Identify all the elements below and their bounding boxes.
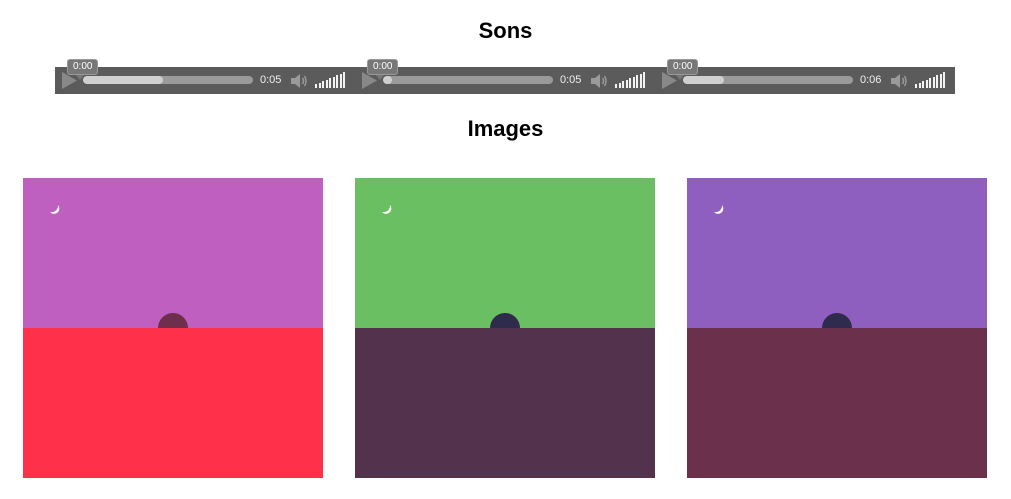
speaker-icon[interactable]	[890, 73, 908, 89]
image-gallery	[23, 178, 987, 478]
current-time-tooltip: 0:00	[67, 59, 99, 80]
volume-bar	[322, 81, 324, 88]
audio-player: 0:00 0:06	[655, 59, 955, 94]
volume-bar	[336, 75, 338, 88]
ground	[687, 328, 987, 478]
volume-bar	[632, 76, 635, 88]
volume-bar	[615, 84, 617, 88]
volume-bar	[625, 79, 628, 88]
images-heading: Images	[467, 116, 544, 141]
sky	[687, 178, 987, 328]
ground	[23, 328, 323, 478]
volume-bar	[936, 75, 938, 88]
volume-bar	[618, 82, 621, 88]
duration-label: 0:05	[560, 74, 582, 86]
ground	[355, 328, 655, 478]
volume-bar	[339, 73, 342, 88]
volume-slider[interactable]	[615, 72, 649, 88]
volume-bar	[622, 81, 624, 88]
scene-image	[687, 178, 987, 478]
speaker-icon[interactable]	[590, 73, 608, 89]
volume-bar	[629, 78, 631, 88]
sounds-heading: Sons	[478, 18, 533, 43]
volume-slider[interactable]	[915, 72, 949, 88]
audio-players: 0:00 0:05 0:00 0:05 0:00 0:06	[55, 59, 955, 94]
volume-bar	[318, 82, 321, 88]
progress-track[interactable]	[383, 76, 553, 84]
current-time-tooltip: 0:00	[667, 59, 699, 80]
volume-bar	[932, 76, 935, 88]
buffered-bar	[683, 76, 724, 84]
audio-player: 0:00 0:05	[55, 59, 355, 94]
scene-image	[355, 178, 655, 478]
volume-bar	[636, 75, 638, 88]
volume-slider[interactable]	[315, 72, 349, 88]
sky	[355, 178, 655, 328]
audio-player: 0:00 0:05	[355, 59, 655, 94]
progress-track[interactable]	[83, 76, 253, 84]
volume-bar	[915, 84, 917, 88]
progress-track[interactable]	[683, 76, 853, 84]
volume-bar	[922, 81, 924, 88]
volume-bar	[643, 72, 645, 88]
duration-label: 0:06	[860, 74, 882, 86]
scene-image	[23, 178, 323, 478]
buffered-bar	[383, 76, 392, 84]
volume-bar	[943, 72, 945, 88]
buffered-bar	[83, 76, 163, 84]
volume-bar	[325, 79, 328, 88]
volume-bar	[332, 76, 335, 88]
speaker-icon[interactable]	[290, 73, 308, 89]
volume-bar	[918, 82, 921, 88]
volume-bar	[343, 72, 345, 88]
sky	[23, 178, 323, 328]
volume-bar	[925, 79, 928, 88]
volume-bar	[329, 78, 331, 88]
current-time-tooltip: 0:00	[367, 59, 399, 80]
volume-bar	[929, 78, 931, 88]
volume-bar	[939, 73, 942, 88]
volume-bar	[639, 73, 642, 88]
volume-bar	[315, 84, 317, 88]
duration-label: 0:05	[260, 74, 282, 86]
